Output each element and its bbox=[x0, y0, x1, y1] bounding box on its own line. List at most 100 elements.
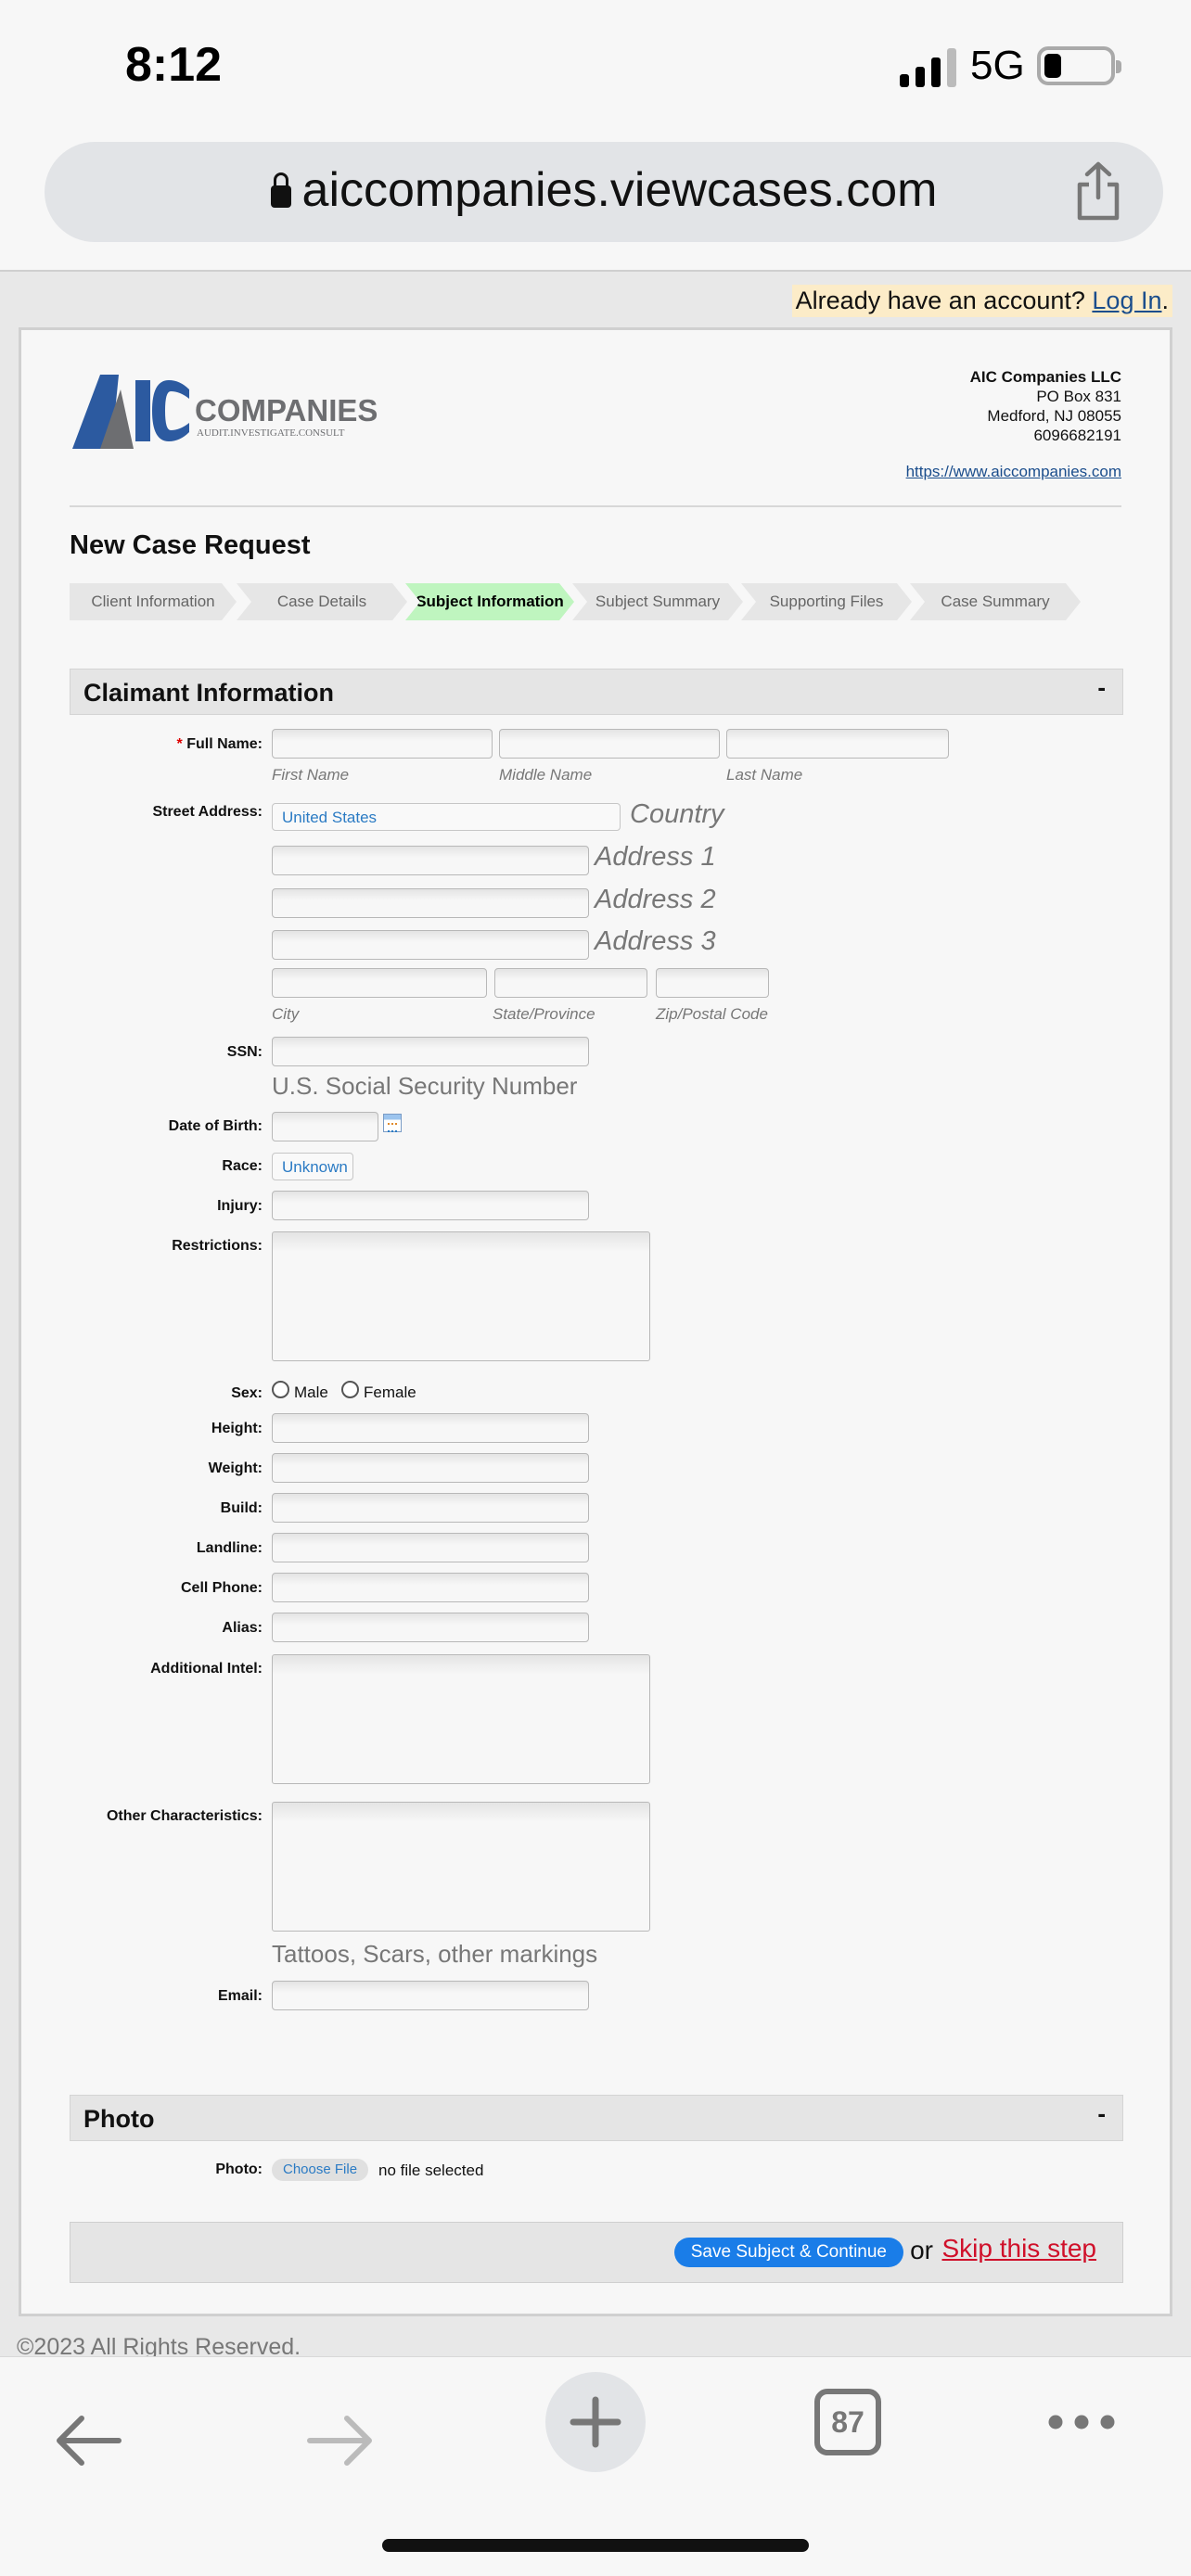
injury-label: Injury: bbox=[217, 1198, 263, 1214]
tabs-button[interactable]: 87 bbox=[814, 2389, 881, 2455]
or-text: or bbox=[910, 2236, 933, 2264]
skip-step-link[interactable]: Skip this step bbox=[941, 2234, 1096, 2264]
restrictions-textarea[interactable] bbox=[272, 1231, 650, 1361]
web-content: Already have an account? Log In. COMPANI… bbox=[0, 270, 1191, 2360]
progress-steps: Client Information Case Details Subject … bbox=[70, 583, 1099, 620]
logo-word: COMPANIES bbox=[195, 393, 378, 427]
city-input[interactable] bbox=[272, 968, 487, 998]
address-bar[interactable]: aiccompanies.viewcases.com bbox=[45, 142, 1163, 242]
ssn-label: SSN: bbox=[226, 1044, 263, 1060]
company-address: AIC Companies LLC PO Box 831 Medford, NJ… bbox=[970, 367, 1121, 445]
address2-caption: Address 2 bbox=[595, 885, 716, 914]
cellular-signal-icon bbox=[900, 48, 956, 87]
injury-input[interactable] bbox=[272, 1191, 589, 1220]
company-website-link[interactable]: https://www.aiccompanies.com bbox=[906, 463, 1121, 481]
last-name-caption: Last Name bbox=[726, 766, 803, 784]
state-input[interactable] bbox=[494, 968, 647, 998]
new-tab-button[interactable] bbox=[545, 2372, 646, 2472]
status-bar: 8:12 5G bbox=[0, 0, 1191, 139]
build-input[interactable] bbox=[272, 1493, 589, 1523]
sex-male-label: Male bbox=[294, 1384, 328, 1401]
collapse-toggle[interactable]: - bbox=[1097, 2099, 1106, 2128]
address3-caption: Address 3 bbox=[595, 926, 716, 956]
sex-female-radio[interactable] bbox=[341, 1381, 359, 1398]
login-link[interactable]: Log In bbox=[1092, 287, 1161, 314]
landline-input[interactable] bbox=[272, 1533, 589, 1562]
weight-input[interactable] bbox=[272, 1453, 589, 1483]
step-case-summary[interactable]: Case Summary bbox=[910, 583, 1081, 620]
choose-file-button[interactable]: Choose File bbox=[272, 2159, 369, 2181]
more-icon[interactable] bbox=[1048, 2415, 1115, 2429]
additional-intel-textarea[interactable] bbox=[272, 1654, 650, 1784]
ssn-input[interactable] bbox=[272, 1037, 589, 1066]
page-title: New Case Request bbox=[70, 530, 311, 560]
address1-caption: Address 1 bbox=[595, 842, 716, 872]
form-actions: Save Subject & Continue or Skip this ste… bbox=[70, 2222, 1123, 2283]
other-characteristics-caption: Tattoos, Scars, other markings bbox=[272, 1940, 598, 1968]
middle-name-input[interactable] bbox=[499, 729, 720, 759]
other-characteristics-label: Other Characteristics: bbox=[106, 1808, 263, 1824]
first-name-input[interactable] bbox=[272, 729, 493, 759]
cell-phone-label: Cell Phone: bbox=[180, 1580, 263, 1596]
zip-input[interactable] bbox=[656, 968, 769, 998]
zip-caption: Zip/Postal Code bbox=[656, 1005, 768, 1023]
logo-tagline: AUDIT.INVESTIGATE.CONSULT bbox=[197, 427, 345, 439]
header-divider bbox=[70, 505, 1121, 507]
share-icon[interactable] bbox=[1070, 160, 1126, 222]
company-logo: COMPANIES AUDIT.INVESTIGATE.CONSULT bbox=[72, 375, 378, 449]
back-arrow-icon[interactable] bbox=[54, 2415, 122, 2467]
home-indicator[interactable] bbox=[382, 2539, 809, 2552]
height-input[interactable] bbox=[272, 1413, 589, 1443]
login-prompt: Already have an account? Log In. bbox=[791, 285, 1172, 317]
additional-intel-label: Additional Intel: bbox=[150, 1661, 263, 1677]
company-name: AIC Companies LLC bbox=[969, 368, 1121, 386]
save-continue-button[interactable]: Save Subject & Continue bbox=[673, 2238, 903, 2267]
claimant-section-title: Claimant Information bbox=[83, 679, 335, 707]
cell-phone-input[interactable] bbox=[272, 1573, 589, 1602]
file-status: no file selected bbox=[378, 2162, 484, 2179]
email-input[interactable] bbox=[272, 1981, 589, 2010]
height-label: Height: bbox=[211, 1421, 263, 1436]
ssn-caption: U.S. Social Security Number bbox=[272, 1072, 578, 1100]
photo-label: Photo: bbox=[215, 2162, 263, 2177]
alias-input[interactable] bbox=[272, 1613, 589, 1642]
calendar-icon[interactable] bbox=[383, 1114, 402, 1132]
company-address-line1: PO Box 831 bbox=[1036, 388, 1121, 405]
lock-icon bbox=[270, 172, 291, 208]
network-type: 5G bbox=[970, 43, 1025, 88]
build-label: Build: bbox=[220, 1500, 263, 1516]
step-case-details[interactable]: Case Details bbox=[237, 583, 407, 620]
sex-male-radio[interactable] bbox=[272, 1381, 289, 1398]
step-subject-summary[interactable]: Subject Summary bbox=[572, 583, 743, 620]
photo-section-title: Photo bbox=[83, 2105, 155, 2133]
alias-label: Alias: bbox=[222, 1620, 263, 1636]
claimant-section-header[interactable]: Claimant Information - bbox=[70, 669, 1123, 715]
other-characteristics-textarea[interactable] bbox=[272, 1802, 650, 1932]
race-select[interactable]: Unknown bbox=[272, 1153, 353, 1180]
last-name-input[interactable] bbox=[726, 729, 949, 759]
address1-input[interactable] bbox=[272, 846, 589, 875]
sex-label: Sex: bbox=[231, 1385, 263, 1401]
company-phone: 6096682191 bbox=[1033, 427, 1121, 444]
clock: 8:12 bbox=[125, 38, 223, 92]
step-client-information[interactable]: Client Information bbox=[70, 583, 237, 620]
race-label: Race: bbox=[222, 1158, 263, 1174]
dob-input[interactable] bbox=[272, 1112, 378, 1141]
collapse-toggle[interactable]: - bbox=[1097, 673, 1106, 702]
step-supporting-files[interactable]: Supporting Files bbox=[741, 583, 912, 620]
city-caption: City bbox=[272, 1005, 300, 1023]
sex-female-label: Female bbox=[364, 1384, 416, 1401]
address3-input[interactable] bbox=[272, 930, 589, 960]
step-subject-information[interactable]: Subject Information bbox=[405, 583, 574, 620]
restrictions-label: Restrictions: bbox=[172, 1238, 263, 1254]
forward-arrow-icon[interactable] bbox=[306, 2415, 375, 2467]
first-name-caption: First Name bbox=[272, 766, 350, 784]
company-address-line2: Medford, NJ 08055 bbox=[987, 407, 1121, 425]
country-select[interactable]: United States bbox=[272, 803, 621, 831]
street-address-label: Street Address: bbox=[152, 804, 263, 820]
battery-icon bbox=[1037, 46, 1121, 85]
country-caption: Country bbox=[630, 799, 724, 829]
url-text: aiccompanies.viewcases.com bbox=[301, 163, 938, 217]
photo-section-header[interactable]: Photo - bbox=[70, 2095, 1123, 2141]
address2-input[interactable] bbox=[272, 888, 589, 918]
